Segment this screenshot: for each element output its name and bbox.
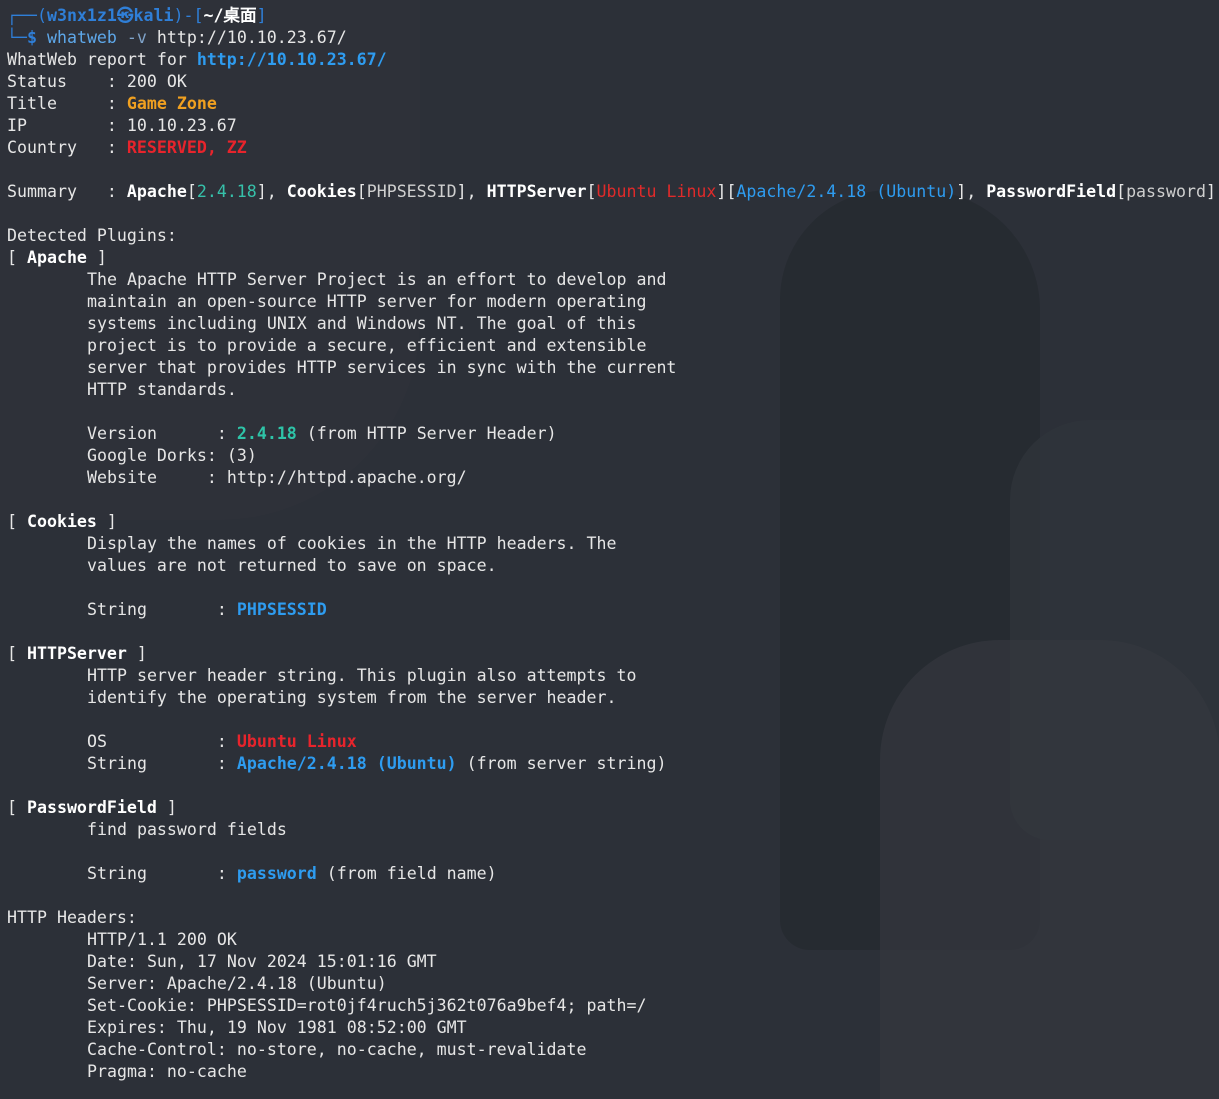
string-label: String : xyxy=(87,600,237,619)
command-name: whatweb xyxy=(46,28,117,47)
ip-row: IP : 10.10.23.67 xyxy=(7,115,1219,137)
summary-server-string: Apache/2.4.18 (Ubuntu) xyxy=(736,182,957,201)
plugin-cookies-name: Cookies xyxy=(26,512,97,531)
string-note: (from server string) xyxy=(456,754,667,773)
plugin-apache-desc: The Apache HTTP Server Project is an eff… xyxy=(87,270,667,289)
plugin-apache-desc: systems including UNIX and Windows NT. T… xyxy=(87,314,637,333)
status-row: Status : 200 OK xyxy=(7,71,1219,93)
website-label: Website : xyxy=(87,468,227,487)
plugin-httpserver-os-row: OS : Ubuntu Linux xyxy=(7,731,1219,753)
plugin-passwordfield-header: [ PasswordField ] xyxy=(7,798,177,817)
ip-label: IP : xyxy=(7,116,127,135)
header-line: Server: Apache/2.4.18 (Ubuntu) xyxy=(87,974,387,993)
plugin-cookies-desc: Display the names of cookies in the HTTP… xyxy=(87,534,617,553)
plugin-cookies-string-row: String : PHPSESSID xyxy=(7,599,1219,621)
country-value: RESERVED, ZZ xyxy=(126,138,247,157)
string-note: (from field name) xyxy=(316,864,497,883)
version-note: (from HTTP Server Header) xyxy=(296,424,557,443)
plugin-apache-version-row: Version : 2.4.18 (from HTTP Server Heade… xyxy=(7,423,1219,445)
plugin-httpserver-header: [ HTTPServer ] xyxy=(7,644,147,663)
header-line: Date: Sun, 17 Nov 2024 15:01:16 GMT xyxy=(87,952,437,971)
os-label: OS : xyxy=(87,732,237,751)
status-value: 200 OK xyxy=(126,72,187,91)
prompt-frame: ] xyxy=(256,6,267,25)
plugin-passwordfield-string-row: String : password (from field name) xyxy=(7,863,1219,885)
status-label: Status : xyxy=(7,72,127,91)
summary-passwordfield-value: password xyxy=(1126,182,1206,201)
plugin-apache-header: [ Apache ] xyxy=(7,248,107,267)
plugin-httpserver-string-row: String : Apache/2.4.18 (Ubuntu) (from se… xyxy=(7,753,1219,775)
headers-heading: HTTP Headers: xyxy=(7,908,137,927)
plugin-httpserver-desc: HTTP server header string. This plugin a… xyxy=(87,666,637,685)
ip-value: 10.10.23.67 xyxy=(126,116,237,135)
header-line: Expires: Thu, 19 Nov 1981 08:52:00 GMT xyxy=(87,1018,467,1037)
plugin-httpserver-desc: identify the operating system from the s… xyxy=(87,688,617,707)
header-line: Set-Cookie: PHPSESSID=rot0jf4ruch5j362t0… xyxy=(87,996,647,1015)
version-label: Version : xyxy=(87,424,237,443)
summary-cookies: Cookies xyxy=(286,182,357,201)
plugin-httpserver-name: HTTPServer xyxy=(26,644,127,663)
plugin-apache-desc: server that provides HTTP services in sy… xyxy=(87,358,677,377)
string-value: password xyxy=(236,864,317,883)
prompt-frame: )-[ xyxy=(173,6,204,25)
country-row: Country : RESERVED, ZZ xyxy=(7,137,1219,159)
plugin-cookies-desc: values are not returned to save on space… xyxy=(87,556,497,575)
title-label: Title : xyxy=(7,94,127,113)
title-row: Title : Game Zone xyxy=(7,93,1219,115)
summary-apache-version: 2.4.18 xyxy=(196,182,257,201)
plugin-apache-website-row: Website : http://httpd.apache.org/ xyxy=(7,467,1219,489)
plugin-apache-dorks-row: Google Dorks: (3) xyxy=(7,445,1219,467)
string-label: String : xyxy=(87,754,237,773)
summary-cookies-value: PHPSESSID xyxy=(366,182,457,201)
summary-apache: Apache xyxy=(126,182,187,201)
command-flag: -v xyxy=(126,28,147,47)
summary-httpserver: HTTPServer xyxy=(486,182,587,201)
summary-os: Ubuntu Linux xyxy=(596,182,717,201)
string-value: Apache/2.4.18 (Ubuntu) xyxy=(236,754,457,773)
prompt-frame: ┌──( xyxy=(7,6,47,25)
dorks-value: (3) xyxy=(226,446,257,465)
website-value: http://httpd.apache.org/ xyxy=(226,468,467,487)
command-argument: http://10.10.23.67/ xyxy=(156,28,347,47)
prompt-line-1: ┌──(w3nx1z1㉿kali)-[~/桌面] xyxy=(7,5,1219,27)
plugin-cookies-header: [ Cookies ] xyxy=(7,512,117,531)
title-value: Game Zone xyxy=(126,94,217,113)
header-line: Cache-Control: no-store, no-cache, must-… xyxy=(87,1040,587,1059)
string-label: String : xyxy=(87,864,237,883)
prompt-dollar: $ xyxy=(26,28,37,47)
report-url: http://10.10.23.67/ xyxy=(196,50,387,69)
report-header: WhatWeb report for http://10.10.23.67/ xyxy=(7,49,1219,71)
summary-label: Summary : xyxy=(7,182,127,201)
report-header-label: WhatWeb report for xyxy=(7,50,197,69)
header-line: Pragma: no-cache xyxy=(87,1062,247,1081)
dorks-label: Google Dorks: xyxy=(87,446,227,465)
header-line: HTTP/1.1 200 OK xyxy=(87,930,237,949)
os-value: Ubuntu Linux xyxy=(236,732,357,751)
plugin-apache-desc: project is to provide a secure, efficien… xyxy=(87,336,647,355)
version-value: 2.4.18 xyxy=(236,424,297,443)
terminal-output[interactable]: ┌──(w3nx1z1㉿kali)-[~/桌面] └─$ whatweb -v … xyxy=(7,5,1219,1083)
plugin-passwordfield-desc: find password fields xyxy=(87,820,287,839)
summary-row: Summary : Apache[2.4.18], Cookies[PHPSES… xyxy=(7,182,1216,201)
prompt-line-2: └─$ whatweb -v http://10.10.23.67/ xyxy=(7,27,1219,49)
plugin-apache-desc: maintain an open-source HTTP server for … xyxy=(87,292,647,311)
country-label: Country : xyxy=(7,138,127,157)
plugin-apache-desc: HTTP standards. xyxy=(87,380,237,399)
plugin-passwordfield-name: PasswordField xyxy=(26,798,157,817)
string-value: PHPSESSID xyxy=(236,600,327,619)
prompt-frame: └─ xyxy=(7,28,27,47)
plugins-heading: Detected Plugins: xyxy=(7,226,177,245)
prompt-user: w3nx1z1㉿kali xyxy=(46,6,174,25)
summary-passwordfield: PasswordField xyxy=(986,182,1117,201)
prompt-path: ~/桌面 xyxy=(203,6,257,25)
plugin-apache-name: Apache xyxy=(26,248,87,267)
